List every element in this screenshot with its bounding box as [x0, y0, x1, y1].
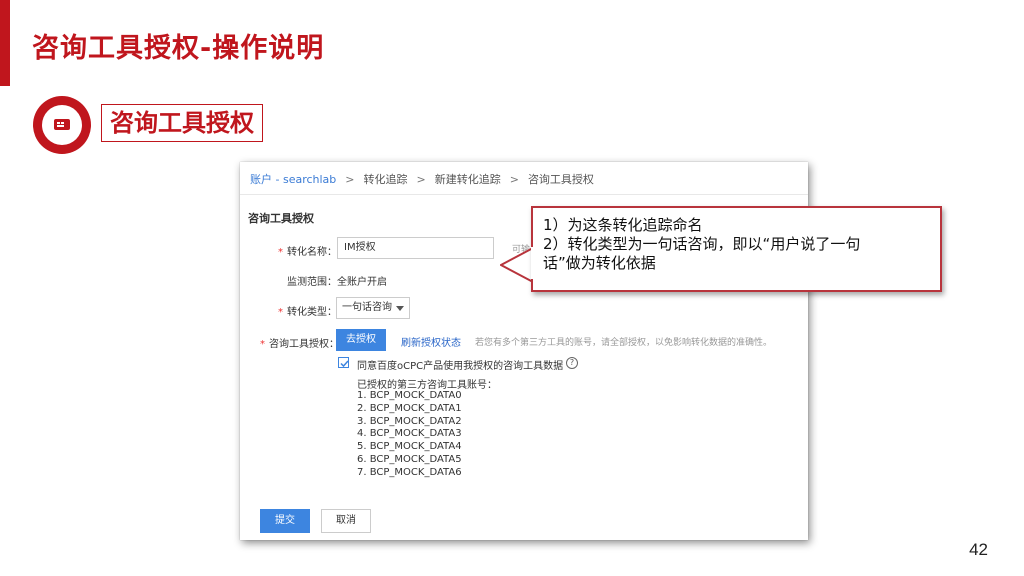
accent-bar — [0, 0, 10, 86]
authorized-accounts-title: 已授权的第三方咨询工具账号： — [357, 380, 497, 391]
list-item: 2. BCP_MOCK_DATA1 — [357, 402, 462, 414]
required-mark: * — [278, 247, 283, 258]
section-badge — [33, 96, 91, 154]
conversion-name-input[interactable]: IM授权 — [337, 237, 494, 259]
callout-line-2: 2）转化类型为一句话咨询，即以“用户说了一句 — [543, 235, 861, 253]
badge-inner-circle — [42, 105, 82, 145]
conversion-type-select[interactable]: 一句话咨询 — [336, 297, 410, 319]
breadcrumb-item-conversion-tracking[interactable]: 转化追踪 — [364, 173, 408, 186]
required-mark: * — [260, 339, 265, 350]
conversion-type-value: 一句话咨询 — [342, 302, 392, 313]
slide-title: 咨询工具授权-操作说明 — [32, 33, 325, 64]
auth-label: * 咨询工具授权： — [260, 335, 339, 350]
breadcrumb-item-account[interactable]: 账户 - searchlab — [250, 173, 336, 186]
type-label-text: 转化类型： — [287, 307, 337, 318]
list-item: 7. BCP_MOCK_DATA6 — [357, 466, 462, 478]
refresh-auth-status-link[interactable]: 刷新授权状态 — [401, 334, 461, 349]
breadcrumb-separator: > — [416, 173, 426, 186]
auth-label-text: 咨询工具授权： — [269, 339, 339, 350]
breadcrumb-separator: > — [509, 173, 519, 186]
breadcrumb-item-current: 咨询工具授权 — [527, 173, 594, 186]
callout-joint-mask — [531, 247, 535, 279]
breadcrumb-item-new-tracking[interactable]: 新建转化追踪 — [435, 173, 501, 186]
list-item: 4. BCP_MOCK_DATA3 — [357, 428, 462, 440]
cancel-button[interactable]: 取消 — [321, 509, 371, 533]
required-mark: * — [278, 307, 283, 318]
list-item: 3. BCP_MOCK_DATA2 — [357, 415, 462, 427]
name-label-text: 转化名称： — [287, 247, 337, 258]
callout-box: 1）为这条转化追踪命名 2）转化类型为一句话咨询，即以“用户说了一句 话”做为转… — [531, 206, 942, 292]
breadcrumb: 账户 - searchlab > 转化追踪 > 新建转化追踪 > 咨询工具授权 — [250, 171, 594, 187]
breadcrumb-divider — [240, 194, 808, 195]
type-label: * 转化类型： — [278, 303, 337, 318]
section-label: 咨询工具授权 — [101, 104, 263, 142]
chat-bubble-icon — [54, 119, 70, 130]
auth-hint: 若您有多个第三方工具的账号，请全部授权，以免影响转化数据的准确性。 — [475, 338, 773, 348]
page-number: 42 — [969, 540, 988, 559]
breadcrumb-separator: > — [345, 173, 355, 186]
form-title: 咨询工具授权 — [248, 212, 314, 225]
question-circle-icon[interactable]: ? — [566, 357, 578, 369]
authorize-button[interactable]: 去授权 — [336, 329, 386, 351]
agree-text: 同意百度oCPC产品使用我授权的咨询工具数据 — [357, 361, 564, 372]
checkmark-icon — [340, 360, 349, 368]
callout-line-1: 1）为这条转化追踪命名 — [543, 216, 703, 234]
list-item: 5. BCP_MOCK_DATA4 — [357, 441, 462, 453]
scope-value: 全账户开启 — [337, 277, 387, 288]
agree-checkbox[interactable] — [338, 357, 349, 368]
authorized-accounts-list: 1. BCP_MOCK_DATA0 2. BCP_MOCK_DATA1 3. B… — [357, 390, 462, 480]
callout-line-3: 话”做为转化依据 — [543, 254, 656, 272]
name-label: * 转化名称： — [278, 243, 337, 258]
submit-button[interactable]: 提交 — [260, 509, 310, 533]
list-item: 1. BCP_MOCK_DATA0 — [357, 390, 462, 401]
list-item: 6. BCP_MOCK_DATA5 — [357, 453, 462, 465]
scope-label: 监测范围： — [287, 277, 337, 288]
caret-down-icon — [396, 306, 404, 311]
